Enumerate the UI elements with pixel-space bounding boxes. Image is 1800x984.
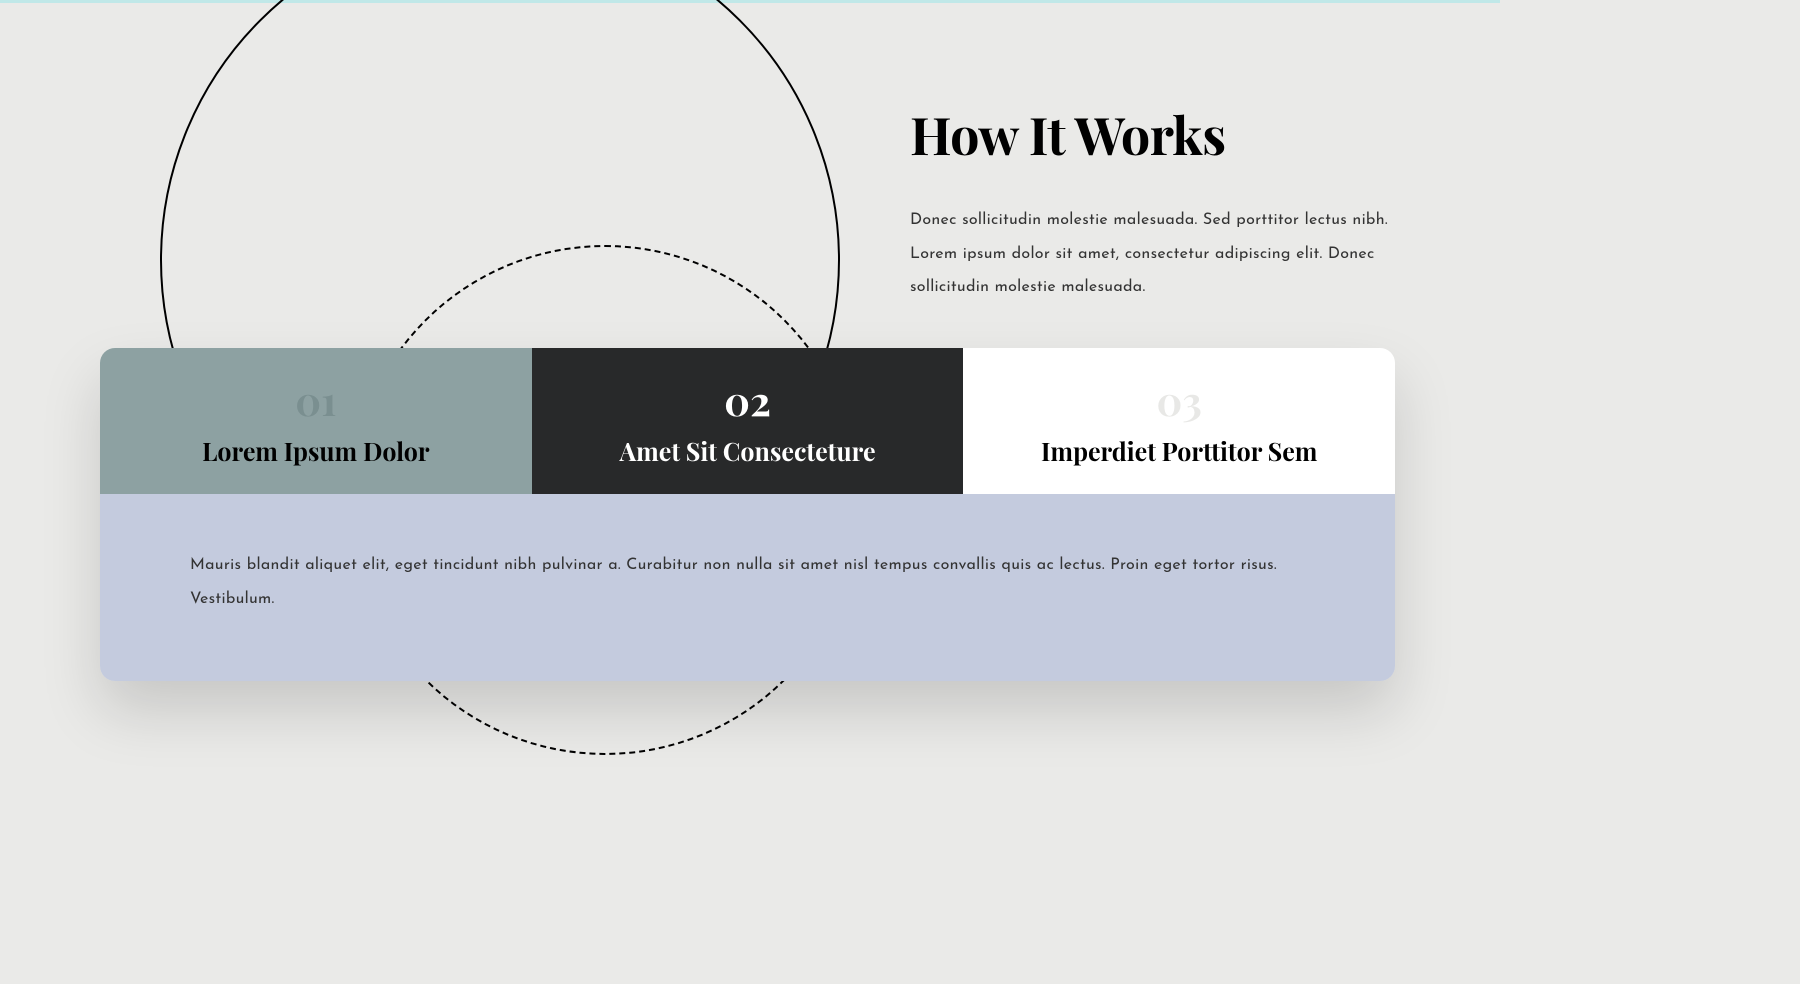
tab-number: 02 — [724, 374, 771, 427]
tab-title: Imperdiet Porttitor Sem — [1041, 435, 1317, 468]
tabs-row: 01 Lorem Ipsum Dolor 02 Amet Sit Consect… — [100, 348, 1395, 494]
top-accent-border — [0, 0, 1500, 3]
tab-step-3[interactable]: 03 Imperdiet Porttitor Sem — [963, 348, 1395, 494]
tabs-card: 01 Lorem Ipsum Dolor 02 Amet Sit Consect… — [100, 348, 1395, 681]
tab-step-1[interactable]: 01 Lorem Ipsum Dolor — [100, 348, 532, 494]
tab-content-panel: Mauris blandit aliquet elit, eget tincid… — [100, 494, 1395, 681]
tab-step-2[interactable]: 02 Amet Sit Consecteture — [532, 348, 964, 494]
section-description: Donec sollicitudin molestie malesuada. S… — [910, 204, 1390, 305]
tab-title: Lorem Ipsum Dolor — [202, 435, 429, 468]
tab-number: 01 — [295, 374, 336, 427]
tab-content-text: Mauris blandit aliquet elit, eget tincid… — [190, 549, 1305, 616]
tab-number: 03 — [1157, 374, 1202, 427]
section-title: How It Works — [910, 100, 1390, 169]
header-section: How It Works Donec sollicitudin molestie… — [910, 100, 1390, 305]
tab-title: Amet Sit Consecteture — [619, 435, 875, 468]
